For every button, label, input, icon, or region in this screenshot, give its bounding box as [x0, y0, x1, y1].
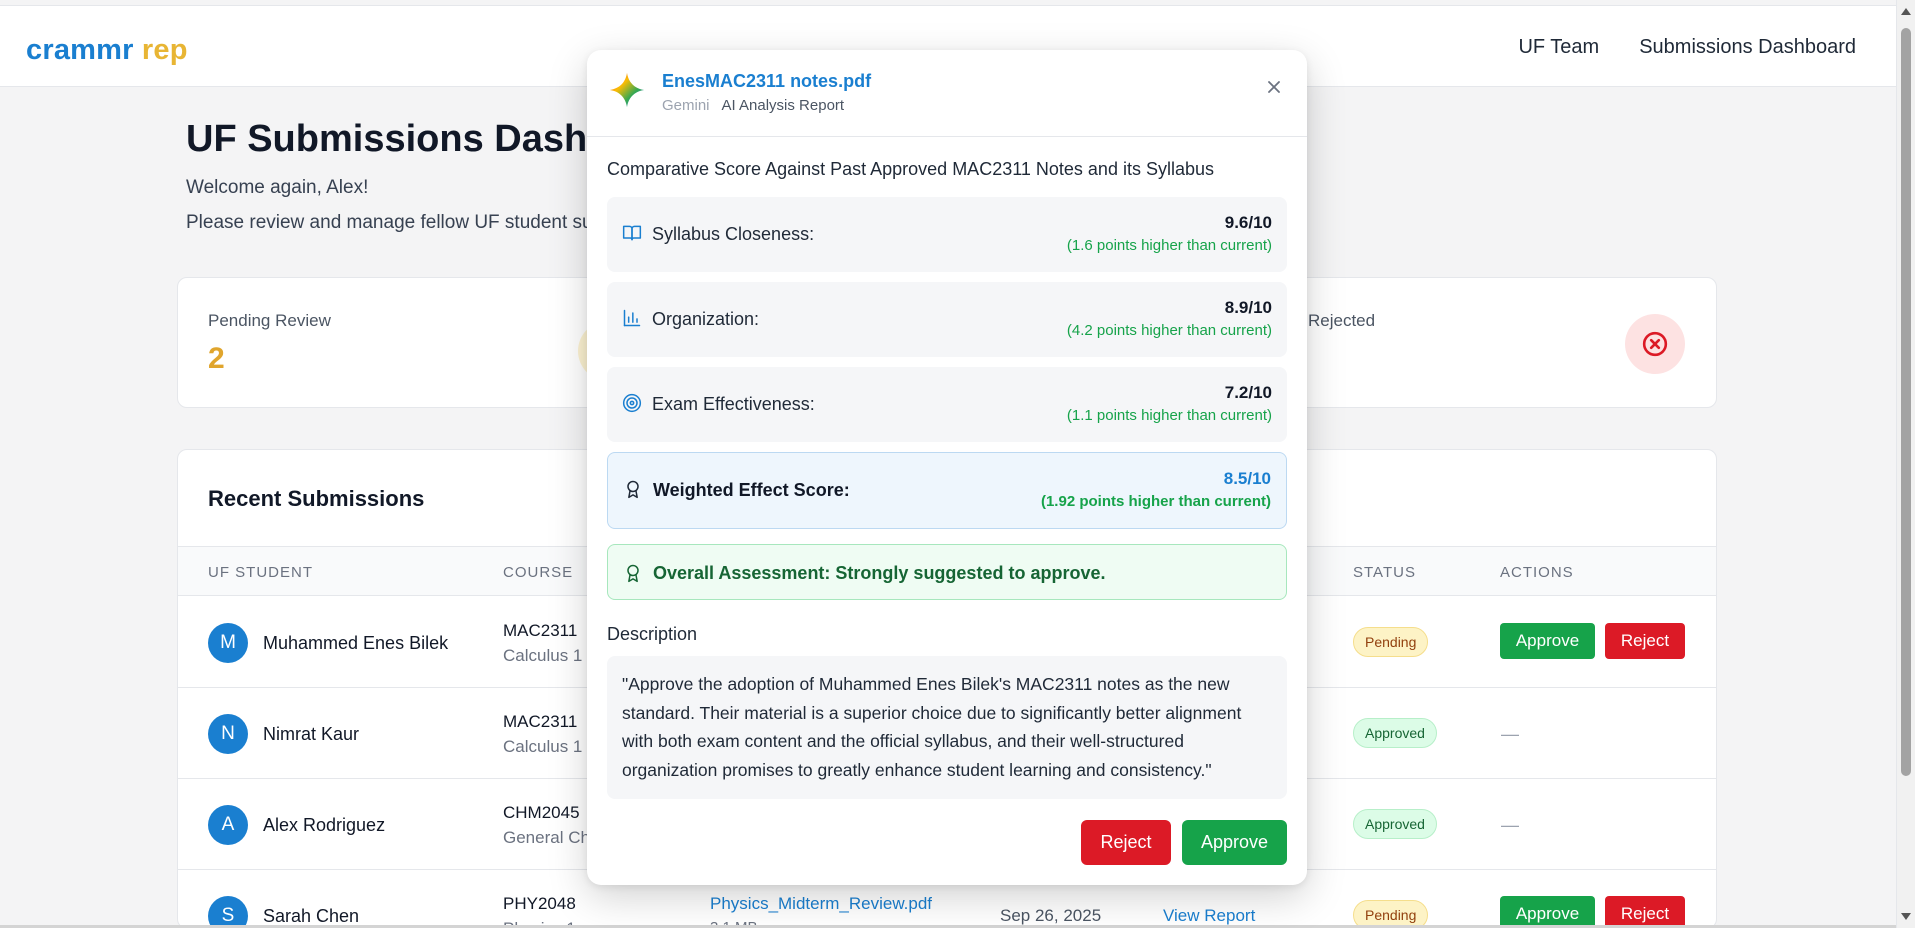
- col-status: Status: [1353, 564, 1416, 581]
- score-diff: (1.1 points higher than current): [1066, 407, 1272, 424]
- no-actions-dash: —: [1501, 815, 1519, 835]
- nav-link-submissions-dashboard[interactable]: Submissions Dashboard: [1639, 36, 1856, 59]
- score-label: Syllabus Closeness:: [652, 224, 815, 244]
- compare-heading: Comparative Score Against Past Approved …: [607, 159, 1214, 179]
- pending-label: Pending Review: [208, 311, 331, 330]
- nav-links: UF Team Submissions Dashboard: [1518, 36, 1856, 59]
- course-code: PHY2048: [503, 894, 576, 913]
- course-name: Calculus 1: [503, 737, 583, 756]
- approve-button[interactable]: Approve: [1500, 623, 1595, 659]
- score-value: 8.9/10: [1224, 298, 1272, 317]
- provider-name: Gemini: [662, 97, 710, 114]
- scroll-thumb[interactable]: [1901, 28, 1911, 776]
- target-icon: [622, 393, 642, 413]
- approve-button[interactable]: Approve: [1500, 896, 1595, 928]
- modal-file-name: EnesMAC2311 notes.pdf: [662, 71, 872, 91]
- modal-reject-button[interactable]: Reject: [1081, 820, 1171, 865]
- modal-approve-button[interactable]: Approve: [1182, 820, 1287, 865]
- modal-subtitle: Gemini AI Analysis Report: [662, 97, 844, 114]
- no-actions-dash: —: [1501, 724, 1519, 744]
- brand-secondary: rep: [141, 34, 188, 66]
- ai-analysis-modal: EnesMAC2311 notes.pdf Gemini AI Analysis …: [587, 50, 1307, 885]
- close-icon[interactable]: [1263, 76, 1285, 98]
- overall-assessment: Overall Assessment: Strongly suggested t…: [607, 544, 1287, 600]
- description-label: Description: [607, 624, 698, 644]
- student-name: Sarah Chen: [263, 906, 360, 926]
- col-course: Course: [503, 564, 574, 581]
- file-link[interactable]: Physics_Midterm_Review.pdf: [710, 894, 932, 914]
- status-badge: Approved: [1353, 809, 1437, 839]
- score-value: 9.6/10: [1224, 213, 1272, 232]
- gemini-logo-icon: [609, 72, 645, 108]
- description-text: "Approve the adoption of Muhammed Enes B…: [607, 656, 1287, 799]
- bar-chart-icon: [623, 309, 641, 327]
- submission-date: Sep 26, 2025: [1000, 906, 1102, 925]
- scroll-down-arrow-icon[interactable]: [1901, 913, 1911, 920]
- brand-logo[interactable]: crammr rep: [26, 34, 188, 67]
- reject-button[interactable]: Reject: [1605, 896, 1685, 928]
- brand-primary: crammr: [26, 34, 134, 66]
- book-open-icon: [622, 225, 642, 241]
- student-name: Alex Rodriguez: [263, 815, 386, 835]
- overall-assessment-text: Overall Assessment: Strongly suggested t…: [653, 563, 1106, 583]
- course-code: CHM2045: [503, 803, 580, 822]
- score-row-organization: Organization: 8.9/10 (4.2 points higher …: [607, 282, 1287, 357]
- score-row-exam-effectiveness: Exam Effectiveness: 7.2/10 (1.1 points h…: [607, 367, 1287, 442]
- score-row-syllabus: Syllabus Closeness: 9.6/10 (1.6 points h…: [607, 197, 1287, 272]
- award-icon: [627, 564, 639, 583]
- rejected-label: Rejected: [1308, 311, 1376, 330]
- status-badge: Pending: [1353, 900, 1429, 928]
- status-badge: Approved: [1353, 718, 1437, 748]
- col-uf-student: UF Student: [208, 564, 313, 581]
- pending-count: 2: [208, 342, 225, 375]
- scroll-up-arrow-icon[interactable]: [1901, 8, 1911, 15]
- rejected-icon: [1625, 314, 1685, 374]
- score-row-weighted: Weighted Effect Score: 8.5/10 (1.92 poin…: [607, 452, 1287, 529]
- score-diff: (1.6 points higher than current): [1066, 237, 1272, 254]
- score-value: 7.2/10: [1224, 383, 1272, 402]
- course-code: MAC2311: [503, 712, 578, 731]
- course-code: MAC2311: [503, 621, 578, 640]
- weighted-label: Weighted Effect Score:: [653, 480, 850, 500]
- avatar: M: [208, 623, 248, 663]
- avatar: N: [208, 714, 248, 754]
- reject-button[interactable]: Reject: [1605, 623, 1685, 659]
- award-icon: [627, 480, 639, 499]
- weighted-diff: (1.92 points higher than current): [1040, 493, 1271, 510]
- avatar: A: [208, 805, 248, 845]
- status-badge: Pending: [1353, 627, 1429, 657]
- course-name: Calculus 1: [503, 646, 583, 665]
- avatar: S: [208, 896, 248, 928]
- student-name: Nimrat Kaur: [263, 724, 360, 744]
- student-name: Muhammed Enes Bilek: [263, 633, 449, 653]
- recent-submissions-title: Recent Submissions: [208, 486, 425, 511]
- score-label: Organization:: [652, 309, 760, 329]
- view-report-link[interactable]: View Report: [1163, 906, 1255, 926]
- score-label: Exam Effectiveness:: [652, 394, 815, 414]
- vertical-scrollbar[interactable]: [1896, 0, 1915, 928]
- col-actions: Actions: [1500, 564, 1574, 581]
- report-type: AI Analysis Report: [721, 97, 845, 114]
- weighted-value: 8.5/10: [1223, 469, 1271, 488]
- modal-header: EnesMAC2311 notes.pdf Gemini AI Analysis …: [587, 50, 1307, 137]
- nav-link-uf-team[interactable]: UF Team: [1518, 36, 1599, 59]
- score-diff: (4.2 points higher than current): [1066, 322, 1272, 339]
- welcome-text: Welcome again, Alex!: [186, 177, 369, 198]
